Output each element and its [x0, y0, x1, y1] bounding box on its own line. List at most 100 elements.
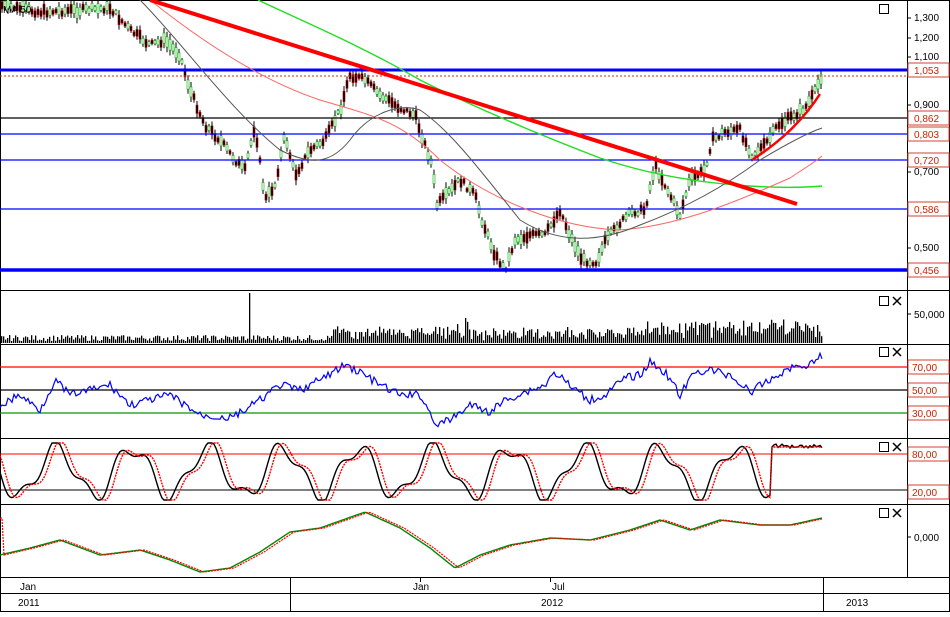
volume-bar	[771, 319, 773, 343]
candle-body	[471, 187, 475, 194]
candle-body	[657, 171, 661, 180]
volume-bar	[185, 340, 187, 343]
candle-body	[165, 36, 169, 48]
candle-body	[294, 169, 298, 181]
candle-body	[519, 234, 523, 245]
volume-bar	[369, 336, 371, 343]
volume-bar	[85, 335, 87, 343]
volume-bar	[27, 337, 29, 343]
volume-bar	[347, 330, 349, 343]
candle-body	[369, 81, 373, 87]
volume-bar	[799, 326, 801, 343]
y-tick: 80,00	[912, 450, 937, 461]
volume-bar	[235, 337, 237, 343]
downtrend-line	[149, 0, 798, 206]
volume-bar	[803, 331, 805, 343]
volume-bar	[253, 335, 255, 343]
volume-bar	[481, 332, 483, 343]
volume-bar	[285, 337, 287, 343]
candle-body	[774, 124, 778, 129]
stoch-controls[interactable]	[879, 442, 902, 452]
volume-bar	[31, 335, 33, 343]
candle-body	[315, 141, 319, 147]
y-tick: 1,300	[914, 13, 939, 24]
volume-bar	[567, 327, 569, 343]
candle-body	[78, 7, 82, 16]
volume-bar	[657, 327, 659, 343]
volume-bar	[461, 337, 463, 343]
volume-bar	[305, 340, 307, 343]
volume-bar	[349, 331, 351, 343]
volume-bar	[387, 330, 389, 343]
volume-bar	[15, 335, 17, 343]
y-tick: 30,00	[912, 409, 937, 420]
volume-bar	[225, 335, 227, 343]
x-month-label: Jan	[413, 582, 429, 593]
volume-toggle-icon	[879, 296, 889, 306]
volume-bar	[411, 329, 413, 343]
candle-body	[261, 182, 265, 191]
volume-bar	[671, 330, 673, 343]
volume-bar	[425, 334, 427, 343]
level-label-0803: 0,803	[914, 130, 939, 141]
volume-bar	[29, 339, 31, 343]
volume-bar	[55, 340, 57, 343]
volume-bar	[677, 332, 679, 343]
volume-bar	[47, 338, 49, 343]
volume-bar	[561, 336, 563, 343]
volume-bar	[89, 340, 91, 343]
candle-body	[573, 241, 577, 253]
volume-bar	[819, 331, 821, 343]
volume-bar	[795, 321, 797, 343]
candle-body	[393, 101, 397, 109]
rsi-panel	[0, 351, 907, 428]
candle-body	[321, 138, 325, 147]
candle-body	[534, 230, 538, 236]
volume-bar	[269, 337, 271, 343]
candle-body	[216, 137, 220, 143]
rsi-controls[interactable]	[879, 347, 902, 357]
volume-bar	[493, 328, 495, 343]
y-tick: 50,00	[912, 386, 937, 397]
volume-bar	[279, 340, 281, 343]
volume-bar	[113, 336, 115, 343]
volume-bar	[717, 330, 719, 343]
volume-controls[interactable]	[879, 296, 902, 306]
volume-bar	[181, 339, 183, 343]
candle-body	[387, 95, 391, 104]
candle-body	[381, 94, 385, 102]
volume-bar	[295, 339, 297, 343]
volume-bar	[593, 332, 595, 343]
candle-body	[510, 247, 514, 254]
volume-bar	[145, 338, 147, 343]
volume-bar	[83, 337, 85, 343]
volume-bar	[777, 329, 779, 343]
volume-bar	[95, 336, 97, 343]
candle-body	[705, 162, 709, 166]
volume-bar	[407, 336, 409, 343]
candle-body	[771, 126, 775, 134]
candle-body	[447, 188, 451, 194]
candle-body	[282, 134, 286, 142]
volume-bar	[245, 340, 247, 343]
volume-bar	[9, 335, 11, 343]
osc-controls[interactable]	[879, 508, 902, 518]
candle-body	[129, 26, 133, 32]
volume-bar	[715, 321, 717, 343]
volume-bar	[459, 332, 461, 343]
volume-bar	[399, 329, 401, 343]
volume-bar	[219, 339, 221, 343]
volume-bar	[801, 330, 803, 343]
candle-body	[645, 201, 649, 206]
volume-bar	[275, 339, 277, 343]
volume-bar	[745, 335, 747, 343]
stoch-d-line	[0, 442, 822, 501]
price-panel-toggle-icon[interactable]	[879, 4, 889, 14]
candle-body	[615, 224, 619, 233]
candle-body	[480, 219, 484, 226]
candle-body	[714, 134, 718, 141]
volume-bar	[587, 329, 589, 343]
volume-bar	[807, 325, 809, 343]
candle-body	[114, 10, 118, 14]
candle-body	[624, 214, 628, 220]
